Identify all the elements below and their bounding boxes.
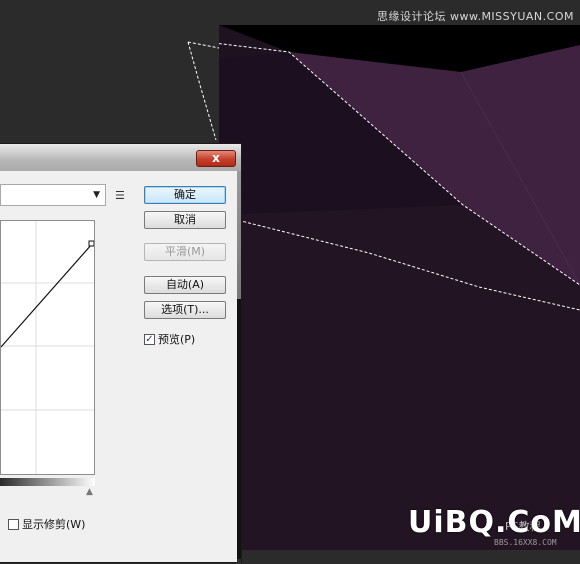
show-clipping-toggle[interactable]: 显示修剪(W): [8, 516, 85, 532]
white-point-slider[interactable]: ▲: [86, 487, 93, 497]
output-gradient-bar: [0, 478, 95, 486]
dialog-edge: [237, 171, 241, 564]
dialog-titlebar[interactable]: x: [0, 144, 241, 171]
preview-label: 预览(P): [158, 333, 196, 346]
logo-watermark: UiBQ.CoM: [408, 505, 580, 540]
curves-graph[interactable]: [0, 220, 95, 475]
document-canvas[interactable]: [219, 25, 580, 550]
site-watermark: 思缘设计论坛 www.MISSYUAN.COM: [376, 10, 574, 23]
preset-options-icon[interactable]: ☰: [115, 189, 125, 202]
selection-marquee-outside: [187, 41, 220, 140]
preset-select[interactable]: ▼: [0, 184, 106, 206]
artwork: [219, 25, 580, 550]
auto-button[interactable]: 自动(A): [144, 276, 226, 294]
smooth-button[interactable]: 平滑(M): [144, 243, 226, 261]
cancel-button[interactable]: 取消: [144, 211, 226, 229]
chevron-down-icon: ▼: [93, 190, 100, 200]
curves-grid: [1, 221, 94, 474]
close-button[interactable]: x: [196, 150, 236, 167]
close-icon: x: [212, 151, 220, 165]
show-clipping-label: 显示修剪(W): [22, 518, 86, 531]
options-button[interactable]: 选项(T)...: [144, 301, 226, 319]
sub-watermark: BBS.16XX8.COM: [494, 538, 557, 547]
show-clipping-checkbox[interactable]: [8, 518, 19, 530]
preview-toggle[interactable]: ✓ 预览(P): [144, 331, 195, 347]
preview-checkbox[interactable]: ✓: [144, 333, 155, 345]
ok-button[interactable]: 确定: [144, 186, 226, 204]
